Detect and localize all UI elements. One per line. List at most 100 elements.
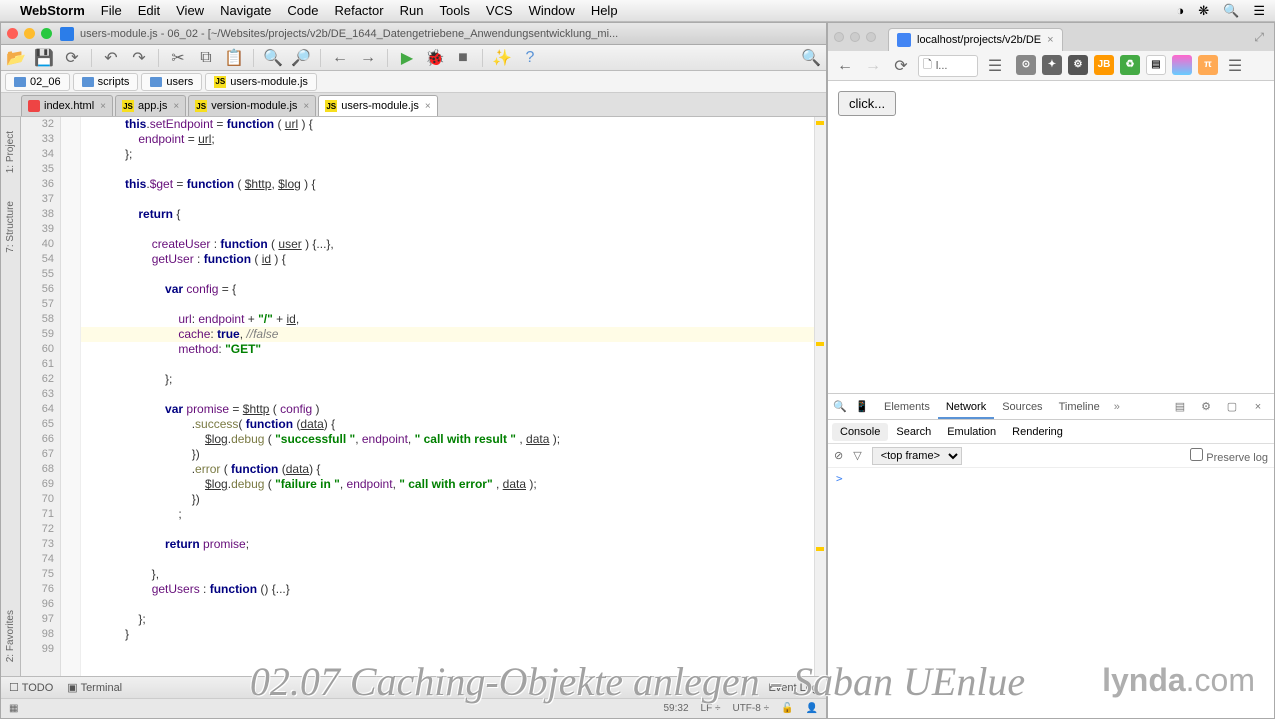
close-icon[interactable]: × <box>1250 399 1266 415</box>
crumb[interactable]: JSusers-module.js <box>205 73 317 91</box>
menu-file[interactable]: File <box>101 3 122 18</box>
crumb[interactable]: users <box>141 73 202 91</box>
close-icon[interactable] <box>7 28 18 39</box>
crumb[interactable]: scripts <box>73 73 139 91</box>
frame-select[interactable]: <top frame> <box>872 447 962 465</box>
spotlight-icon[interactable]: 🔍 <box>1223 3 1239 19</box>
menu-navigate[interactable]: Navigate <box>220 3 271 18</box>
devtools-tab-elements[interactable]: Elements <box>876 397 938 417</box>
project-tab[interactable]: 1: Project <box>3 127 18 177</box>
menu-view[interactable]: View <box>176 3 204 18</box>
close-tab-icon[interactable]: × <box>303 101 309 112</box>
ext-icon[interactable]: ▤ <box>1146 55 1166 75</box>
ext-icon[interactable]: ⊙ <box>1016 55 1036 75</box>
menu-icon[interactable]: ☰ <box>1224 55 1246 77</box>
terminal-tab[interactable]: ▣ Terminal <box>67 681 122 694</box>
zoom-icon[interactable] <box>866 32 876 42</box>
menu-refactor[interactable]: Refactor <box>334 3 383 18</box>
menu-window[interactable]: Window <box>529 3 575 18</box>
code-area[interactable]: this.setEndpoint = function ( url ) { en… <box>81 117 826 676</box>
filter-icon[interactable]: ▽ <box>853 449 861 462</box>
editor-tab[interactable]: JSusers-module.js× <box>318 95 437 116</box>
paste-icon[interactable]: 📋 <box>225 49 243 67</box>
lock-icon[interactable]: 🔓 <box>781 703 793 714</box>
line-separator[interactable]: LF ÷ <box>701 703 721 714</box>
menu-help[interactable]: Help <box>591 3 618 18</box>
editor-tab[interactable]: JSversion-module.js× <box>188 95 316 116</box>
console-toggle-icon[interactable]: ▤ <box>1172 399 1188 415</box>
run-icon[interactable]: ▶ <box>398 49 416 67</box>
app-name[interactable]: WebStorm <box>20 3 85 18</box>
forward-icon[interactable]: → <box>359 49 377 67</box>
devtools-tab-sources[interactable]: Sources <box>994 397 1050 417</box>
omnibox-icon[interactable]: ☰ <box>984 55 1006 77</box>
devtools-tab-network[interactable]: Network <box>938 397 994 419</box>
copy-icon[interactable]: ⧉ <box>197 49 215 67</box>
menu-code[interactable]: Code <box>287 3 318 18</box>
crumb[interactable]: 02_06 <box>5 73 70 91</box>
close-tab-icon[interactable]: × <box>100 101 106 112</box>
fold-column[interactable] <box>61 117 81 676</box>
window-controls[interactable] <box>834 32 876 42</box>
close-tab-icon[interactable]: × <box>1047 34 1053 46</box>
ext-icon[interactable]: π <box>1198 55 1218 75</box>
cut-icon[interactable]: ✂ <box>169 49 187 67</box>
forward-icon[interactable]: → <box>862 55 884 77</box>
zoom-icon[interactable] <box>41 28 52 39</box>
status-icon[interactable]: ❋ <box>1198 3 1209 19</box>
help-icon[interactable]: ? <box>521 49 539 67</box>
ext-icon[interactable]: ✦ <box>1042 55 1062 75</box>
console-output[interactable]: > <box>828 468 1274 718</box>
status-icon[interactable]: ◑ <box>1176 3 1184 18</box>
close-icon[interactable] <box>834 32 844 42</box>
chevron-right-icon[interactable]: » <box>1114 401 1120 413</box>
address-bar[interactable]: 🗋 l... <box>918 55 978 77</box>
browser-tab[interactable]: localhost/projects/v2b/DE × <box>888 28 1063 51</box>
code-editor[interactable]: 3233343536373839405455565758596061626364… <box>21 117 826 676</box>
undo-icon[interactable]: ↶ <box>102 49 120 67</box>
hector-icon[interactable]: 👤 <box>806 703 818 714</box>
ext-icon[interactable]: ♻ <box>1120 55 1140 75</box>
clear-icon[interactable]: ⊘ <box>834 449 843 462</box>
encoding[interactable]: UTF-8 ÷ <box>732 703 769 714</box>
click-button[interactable]: click... <box>838 91 896 116</box>
open-icon[interactable]: 📂 <box>7 49 25 67</box>
device-icon[interactable]: 📱 <box>854 399 870 415</box>
devtools-subtab-rendering[interactable]: Rendering <box>1004 423 1071 441</box>
todo-tab[interactable]: ☐ TODO <box>9 681 53 694</box>
editor-tab[interactable]: index.html× <box>21 95 113 116</box>
ext-icon[interactable]: JB <box>1094 55 1114 75</box>
minimize-icon[interactable] <box>850 32 860 42</box>
save-icon[interactable]: 💾 <box>35 49 53 67</box>
editor-tab[interactable]: JSapp.js× <box>115 95 186 116</box>
reload-icon[interactable]: ⟳ <box>890 55 912 77</box>
menu-list-icon[interactable]: ☰ <box>1253 3 1265 19</box>
menu-edit[interactable]: Edit <box>138 3 160 18</box>
menu-tools[interactable]: Tools <box>439 3 469 18</box>
back-icon[interactable]: ← <box>331 49 349 67</box>
search-icon[interactable]: 🔍 <box>802 49 820 67</box>
menu-run[interactable]: Run <box>400 3 424 18</box>
devtools-subtab-console[interactable]: Console <box>832 423 888 441</box>
debug-icon[interactable]: 🐞 <box>426 49 444 67</box>
devtools-tab-timeline[interactable]: Timeline <box>1051 397 1108 417</box>
devtools-subtab-emulation[interactable]: Emulation <box>939 423 1004 441</box>
back-icon[interactable]: ← <box>834 55 856 77</box>
sync-icon[interactable]: ⟳ <box>63 49 81 67</box>
favorites-tab[interactable]: 2: Favorites <box>3 606 18 666</box>
wand-icon[interactable]: ✨ <box>493 49 511 67</box>
close-tab-icon[interactable]: × <box>425 101 431 112</box>
structure-tab[interactable]: 7: Structure <box>3 197 18 257</box>
ext-icon[interactable] <box>1172 55 1192 75</box>
inspect-icon[interactable]: 🔍 <box>832 399 848 415</box>
event-log-tab[interactable]: Event Log <box>768 682 818 694</box>
minimize-icon[interactable] <box>24 28 35 39</box>
preserve-log-checkbox[interactable]: Preserve log <box>1190 448 1268 464</box>
fullscreen-icon[interactable]: ⤢ <box>1250 26 1268 49</box>
replace-icon[interactable]: 🔎 <box>292 49 310 67</box>
menu-vcs[interactable]: VCS <box>486 3 513 18</box>
window-controls[interactable] <box>7 28 52 39</box>
find-icon[interactable]: 🔍 <box>264 49 282 67</box>
settings-icon[interactable]: ⚙ <box>1198 399 1214 415</box>
stop-icon[interactable]: ■ <box>454 49 472 67</box>
